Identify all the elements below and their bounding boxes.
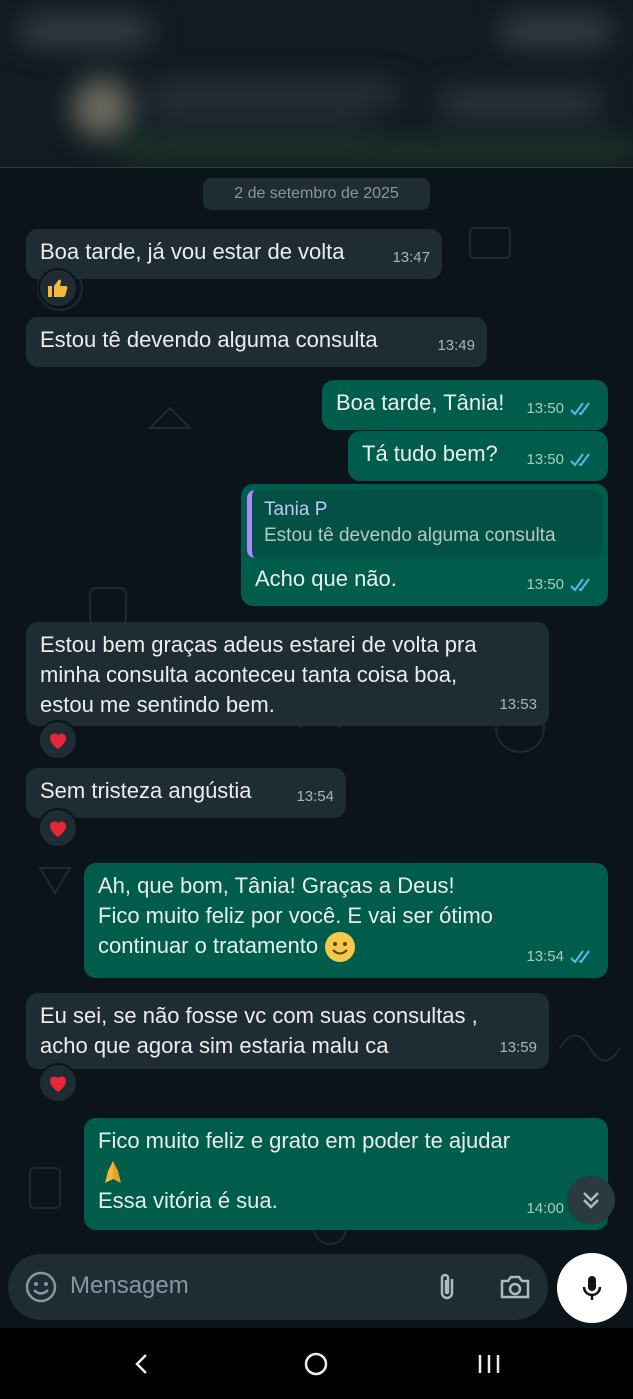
message-time: 14:00 [526,1200,564,1217]
message-time: 13:50 [526,451,564,468]
heart-icon [50,733,66,749]
message-text: Sem tristeza angústia [40,778,252,803]
message-outgoing[interactable]: Boa tarde, Tânia! 13:50 [322,380,608,430]
voice-message-button[interactable] [557,1253,627,1323]
smiling-face-emoji-icon [325,932,356,963]
message-incoming[interactable]: Eu sei, se não fosse vc com suas consult… [26,993,549,1069]
back-button[interactable] [125,1346,161,1382]
read-ticks-icon [570,402,590,416]
message-outgoing[interactable]: Tá tudo bem? 13:50 [348,431,608,481]
message-time: 13:49 [437,337,475,354]
message-incoming[interactable]: Estou bem graças adeus estarei de volta … [26,622,549,726]
message-time: 13:53 [499,696,537,713]
folded-hands-emoji-icon [105,1161,121,1183]
message-outgoing-reply[interactable]: Tania P Estou tê devendo alguma consulta… [241,484,608,606]
reaction-heart[interactable] [38,808,78,848]
reaction-heart[interactable] [38,720,78,760]
date-chip: 2 de setembro de 2025 [203,178,430,210]
scroll-to-bottom-button[interactable] [567,1176,615,1224]
message-incoming[interactable]: Boa tarde, já vou estar de volta 13:47 [26,229,442,279]
message-input[interactable]: Mensagem [70,1272,189,1300]
message-outgoing[interactable]: Fico muito feliz e grato em poder te aju… [84,1118,608,1230]
message-text: Ah, que bom, Tânia! Graças a Deus! Fico … [98,871,594,963]
message-time: 13:50 [526,400,564,417]
quoted-text: Estou tê devendo alguma consulta [264,525,556,546]
heart-icon [50,1076,66,1092]
recents-icon [478,1355,500,1373]
message-input-bar[interactable]: Mensagem [8,1254,548,1320]
reaction-heart[interactable] [38,1063,78,1103]
chat-area[interactable]: 2 de setembro de 2025 Boa tarde, já vou … [0,168,633,1328]
message-time: 13:54 [296,788,334,805]
message-text: Eu sei, se não fosse vc com suas consult… [40,1003,478,1058]
read-ticks-icon [570,950,590,964]
chat-header [0,0,633,168]
message-time: 13:54 [526,948,564,965]
back-chevron-icon [135,1354,147,1374]
message-time: 13:47 [392,249,430,266]
camera-icon[interactable] [498,1270,532,1304]
home-button[interactable] [298,1346,334,1382]
quoted-message[interactable]: Tania P Estou tê devendo alguma consulta [247,490,602,558]
message-text: Estou tê devendo alguma consulta [40,327,378,352]
thumbs-up-icon [48,279,68,297]
recents-button[interactable] [471,1346,507,1382]
message-incoming[interactable]: Sem tristeza angústia 13:54 [26,768,346,818]
message-time: 13:59 [499,1039,537,1056]
read-ticks-icon [570,453,590,467]
system-navigation-bar [0,1328,633,1399]
sticker-emoji-icon[interactable] [24,1270,58,1304]
message-time: 13:50 [526,576,564,593]
message-incoming[interactable]: Estou tê devendo alguma consulta 13:49 [26,317,487,367]
message-text: Acho que não. [255,566,397,591]
message-text: Boa tarde, já vou estar de volta [40,239,345,264]
double-chevron-down-icon [583,1192,599,1209]
heart-icon [50,821,66,837]
read-ticks-icon [570,578,590,592]
message-outgoing[interactable]: Ah, que bom, Tânia! Graças a Deus! Fico … [84,863,608,978]
microphone-icon [582,1276,602,1300]
home-circle-icon [304,1352,328,1376]
reaction-thumbs-up[interactable] [38,268,78,308]
paperclip-icon[interactable] [430,1270,464,1304]
blurred-header-content [0,0,633,167]
message-text: Estou bem graças adeus estarei de volta … [40,632,477,717]
message-text: Fico muito feliz e grato em poder te aju… [98,1128,511,1213]
quoted-author: Tania P [264,499,328,520]
